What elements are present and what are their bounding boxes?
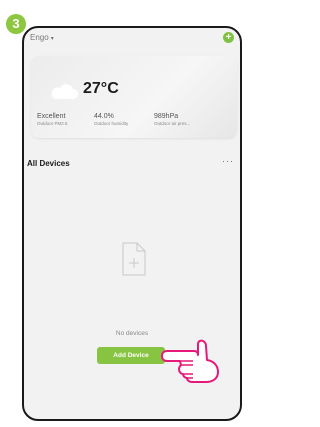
pointing-hand-icon [161,339,219,383]
weather-card: 27°C Excellent Outdoor PM2.5 44.0% Outdo… [31,56,237,138]
add-icon[interactable]: + [223,32,234,43]
step-number-badge: 3 [6,14,26,34]
caret-down-icon: ▾ [50,36,54,42]
pressure-label: Outdoor air pres... [154,121,191,126]
all-devices-title: All Devices [27,159,70,168]
pressure-value: 989hPa [154,113,179,120]
empty-document-icon [122,242,146,276]
temperature-value: 27°C [83,80,119,97]
pm25-stat: Excellent Outdoor PM2.5 [37,113,68,126]
add-device-button[interactable]: Add Device [97,347,165,364]
pm25-label: Outdoor PM2.5 [37,121,68,126]
home-selector[interactable]: Engo ▾ [30,33,54,42]
home-name-label: Engo [30,33,49,42]
pm25-value: Excellent [37,113,66,120]
more-options-icon[interactable]: ··· [222,156,234,166]
humidity-stat: 44.0% Outdoor humidity [94,113,128,126]
humidity-label: Outdoor humidity [94,121,129,126]
humidity-value: 44.0% [94,113,114,120]
pressure-stat: 989hPa Outdoor air pres... [154,113,190,126]
cloud-icon [51,84,78,99]
